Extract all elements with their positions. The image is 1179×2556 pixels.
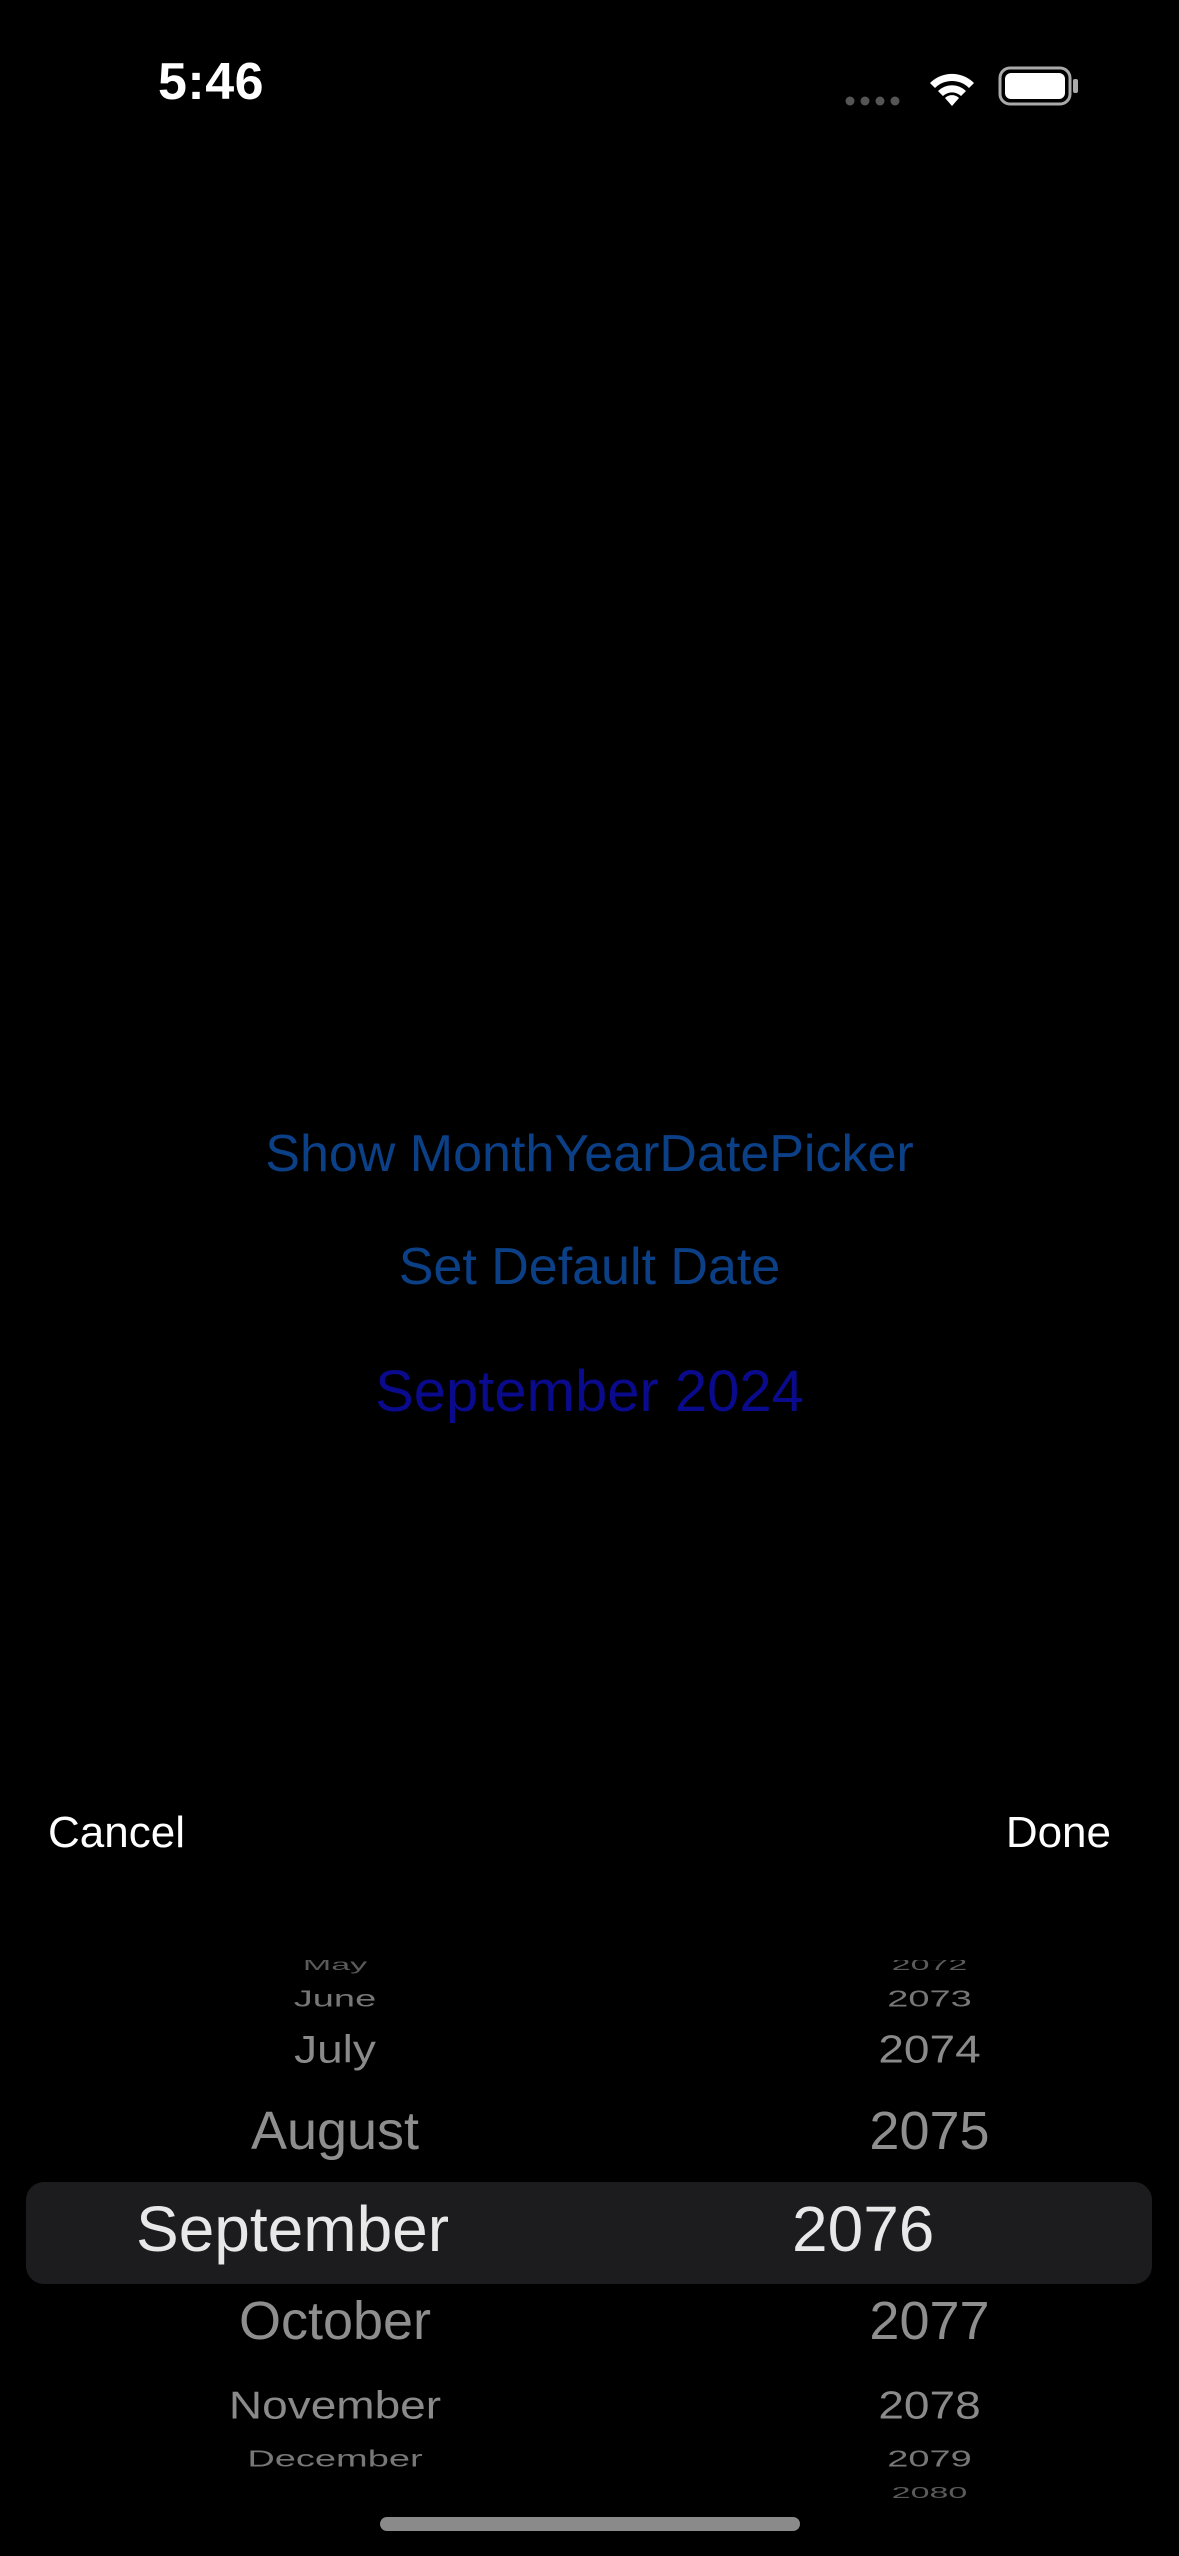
status-bar: 5:46: [0, 0, 1179, 150]
month-wheel[interactable]: May June July August September October N…: [0, 1960, 680, 2500]
month-option[interactable]: November: [0, 2382, 680, 2428]
month-option[interactable]: August: [0, 2100, 680, 2162]
home-indicator[interactable]: [380, 2517, 800, 2531]
show-month-year-picker-button[interactable]: Show MonthYearDatePicker: [0, 1124, 1179, 1184]
year-option[interactable]: 2075: [680, 2100, 1179, 2162]
year-option[interactable]: 2074: [680, 2026, 1179, 2072]
month-option[interactable]: June: [0, 1986, 680, 2013]
cancel-button[interactable]: Cancel: [48, 1808, 185, 1858]
set-default-date-button[interactable]: Set Default Date: [0, 1237, 1179, 1297]
status-time: 5:46: [158, 53, 265, 111]
year-option[interactable]: 2072: [680, 1960, 1179, 1974]
year-wheel[interactable]: 2072 2073 2074 2075 2076 2077 2078 2079 …: [680, 1960, 1179, 2500]
done-button[interactable]: Done: [1006, 1808, 1111, 1858]
year-option[interactable]: 2078: [680, 2382, 1179, 2428]
month-option[interactable]: December: [0, 2446, 680, 2473]
selected-date-label: September 2024: [375, 1359, 804, 1424]
year-option[interactable]: 2077: [680, 2290, 1179, 2352]
year-option[interactable]: 2079: [680, 2446, 1179, 2473]
year-option[interactable]: 2080: [680, 2485, 1179, 2500]
month-option[interactable]: October: [0, 2290, 680, 2352]
cellular-signal-icon: [845, 96, 900, 106]
month-option[interactable]: May: [0, 1960, 680, 1974]
wifi-icon: [930, 73, 974, 106]
month-option[interactable]: July: [0, 2026, 680, 2072]
month-year-picker[interactable]: May June July August September October N…: [0, 1960, 1179, 2500]
year-option[interactable]: 2073: [680, 1986, 1179, 2013]
month-option-selected[interactable]: September: [136, 2192, 680, 2266]
year-option-selected[interactable]: 2076: [792, 2192, 1179, 2266]
battery-icon: [998, 66, 1078, 106]
